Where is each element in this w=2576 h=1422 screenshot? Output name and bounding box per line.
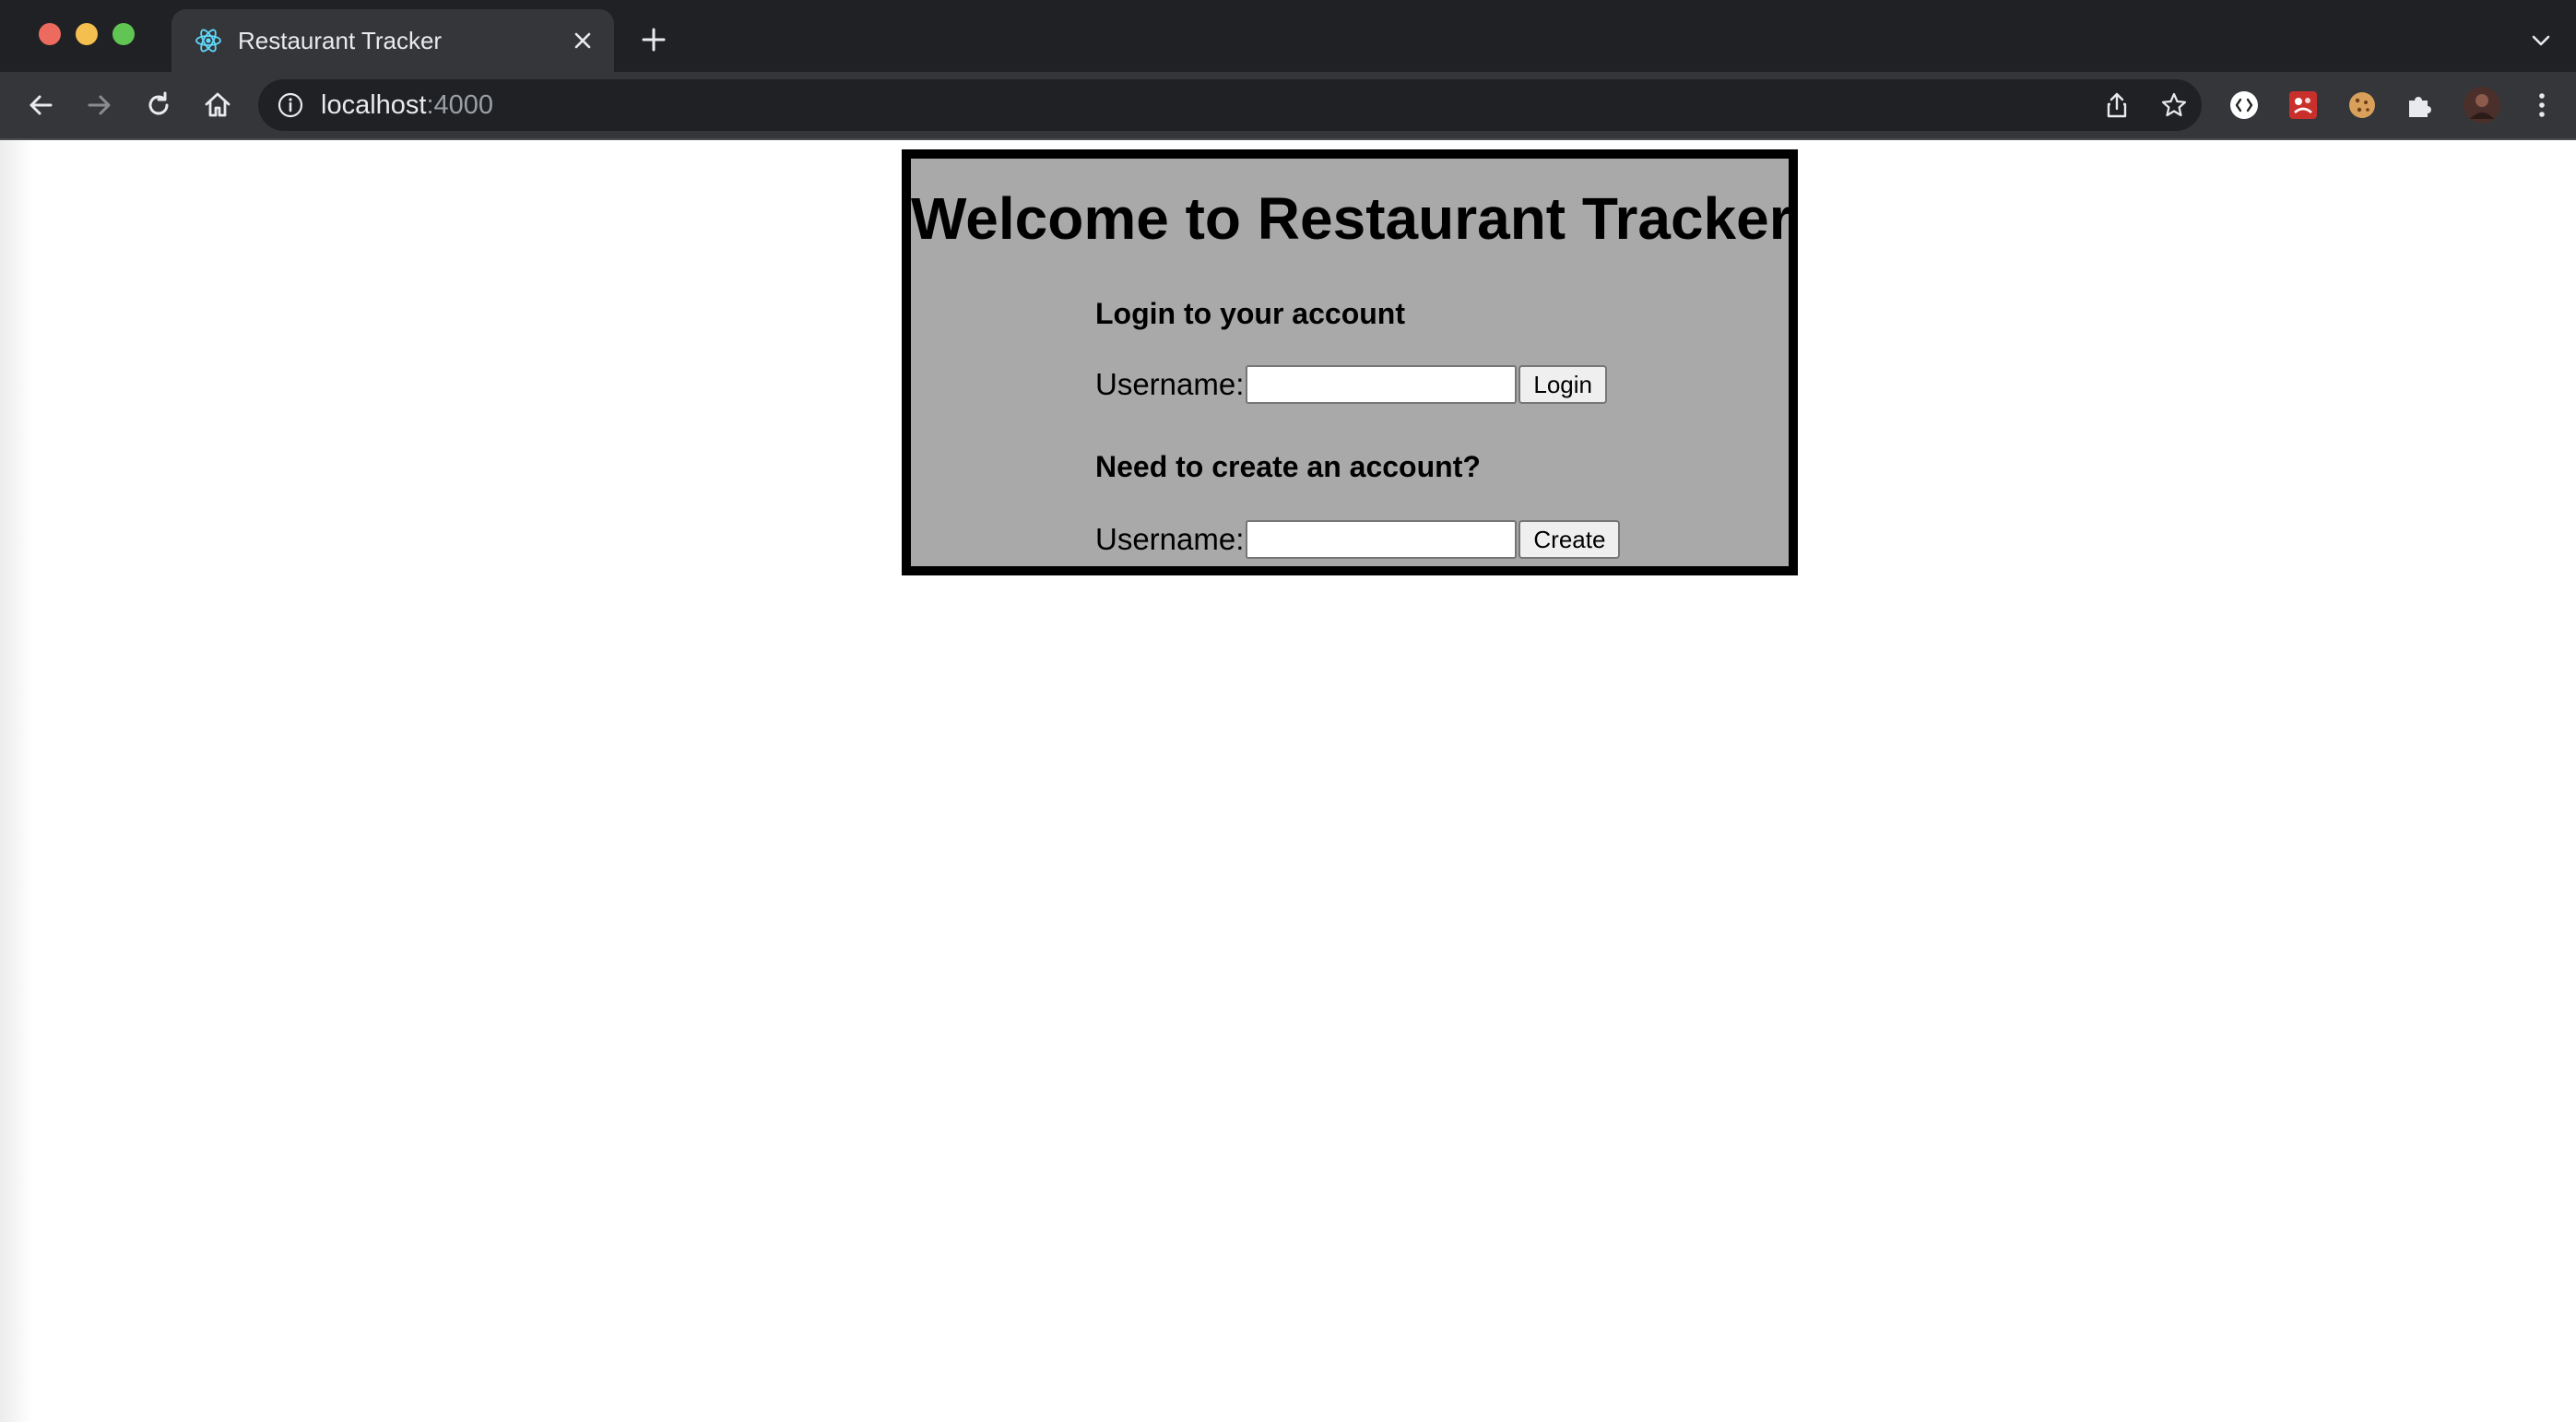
login-username-input[interactable]	[1246, 365, 1518, 404]
create-button[interactable]: Create	[1518, 520, 1621, 559]
bookmark-star-icon[interactable]	[2159, 90, 2189, 120]
tab-title: Restaurant Tracker	[238, 27, 443, 54]
cookie-icon[interactable]	[2346, 89, 2378, 121]
browser-tab-strip: Restaurant Tracker	[0, 0, 2576, 72]
login-username-label: Username:	[1095, 367, 1245, 401]
minimize-window-button[interactable]	[76, 23, 98, 45]
back-arrow-icon[interactable]	[24, 89, 57, 122]
reload-icon[interactable]	[142, 89, 175, 122]
tab-search-chevron-down-icon[interactable]	[2528, 28, 2554, 53]
login-form: Username: Login	[1095, 363, 1608, 406]
share-icon[interactable]	[2102, 90, 2132, 120]
profile-avatar[interactable]	[2463, 86, 2501, 124]
extension-dev-tools-icon[interactable]	[2228, 89, 2260, 121]
extension-red-icon[interactable]	[2287, 89, 2319, 121]
close-tab-icon[interactable]	[568, 26, 597, 55]
address-url: localhost:4000	[321, 89, 493, 122]
forward-arrow-icon[interactable]	[83, 89, 116, 122]
login-button[interactable]: Login	[1518, 365, 1608, 404]
address-bar[interactable]: localhost:4000	[258, 79, 2202, 131]
close-window-button[interactable]	[39, 23, 61, 45]
new-tab-icon[interactable]	[638, 24, 669, 55]
create-username-input[interactable]	[1246, 520, 1518, 559]
site-info-icon[interactable]	[277, 91, 304, 119]
maximize-window-button[interactable]	[112, 23, 135, 45]
welcome-card: Welcome to Restaurant Tracker Login to y…	[902, 149, 1798, 575]
page-left-shadow	[0, 140, 33, 1422]
page-viewport: Welcome to Restaurant Tracker Login to y…	[0, 140, 2576, 1422]
browser-menu-icon[interactable]	[2526, 89, 2558, 121]
tab-restaurant-tracker[interactable]: Restaurant Tracker	[171, 9, 614, 72]
login-heading: Login to your account	[1095, 297, 1405, 330]
url-port: :4000	[426, 90, 494, 120]
react-logo-icon	[195, 29, 221, 53]
create-account-heading: Need to create an account?	[1095, 450, 1481, 483]
home-icon[interactable]	[201, 89, 234, 122]
page-title: Welcome to Restaurant Tracker	[911, 185, 1792, 252]
create-username-label: Username:	[1095, 522, 1245, 556]
url-host: localhost	[321, 90, 427, 120]
browser-toolbar: localhost:4000	[0, 72, 2576, 138]
create-account-form: Username: Create	[1095, 518, 1621, 561]
extensions-puzzle-icon[interactable]	[2404, 89, 2435, 121]
